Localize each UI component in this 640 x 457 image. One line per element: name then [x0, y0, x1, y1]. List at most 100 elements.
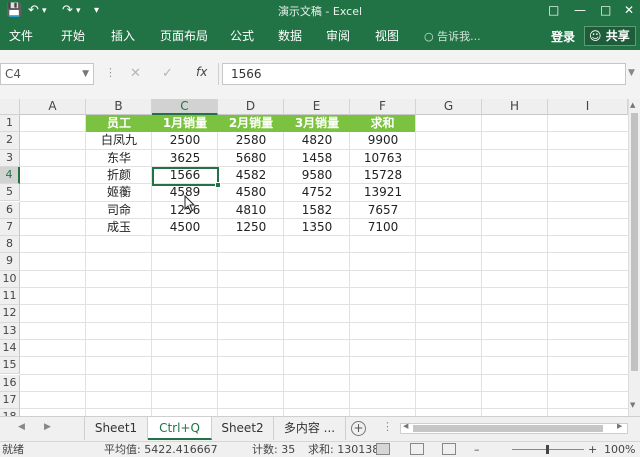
tab-formulas[interactable]: 公式: [230, 28, 254, 44]
table-cell[interactable]: 4820: [284, 132, 350, 149]
table-cell[interactable]: 3625: [152, 150, 218, 167]
prev-sheet-icon[interactable]: ◀: [18, 422, 25, 432]
table-cell[interactable]: 1582: [284, 202, 350, 219]
column-header-g[interactable]: G: [416, 99, 482, 115]
row-header[interactable]: 6: [0, 201, 20, 219]
table-cell[interactable]: 10763: [350, 150, 416, 167]
horizontal-scrollbar[interactable]: ◀ ▶: [400, 422, 628, 434]
row-header[interactable]: 10: [0, 270, 20, 288]
table-header-cell[interactable]: 1月销量: [152, 115, 218, 132]
column-header-f[interactable]: F: [350, 99, 416, 115]
row-header[interactable]: 16: [0, 374, 20, 392]
row-header[interactable]: 11: [0, 288, 20, 306]
expand-formula-icon[interactable]: ▼: [628, 68, 635, 78]
tab-review[interactable]: 审阅: [326, 28, 350, 44]
table-cell[interactable]: 姬蘅: [86, 184, 152, 201]
select-all-corner[interactable]: [0, 99, 20, 115]
sheet-tab-ctrlq[interactable]: Ctrl+Q: [148, 417, 212, 440]
table-cell[interactable]: 2580: [218, 132, 284, 149]
more-icon[interactable]: ⋮: [105, 66, 116, 79]
sheet-tab-sheet1[interactable]: Sheet1: [84, 417, 148, 440]
minimize-icon[interactable]: —: [574, 0, 586, 22]
table-cell[interactable]: 白凤九: [86, 132, 152, 149]
column-header-b[interactable]: B: [86, 99, 152, 115]
zoom-out-icon[interactable]: –: [474, 443, 480, 457]
scroll-left-icon[interactable]: ◀: [403, 422, 408, 430]
table-cell[interactable]: 9900: [350, 132, 416, 149]
table-cell[interactable]: 13921: [350, 184, 416, 201]
zoom-in-icon[interactable]: +: [588, 443, 597, 457]
next-sheet-icon[interactable]: ▶: [44, 422, 51, 432]
tab-file[interactable]: 文件: [9, 28, 33, 44]
column-header-i[interactable]: I: [548, 99, 628, 115]
table-cell[interactable]: 9580: [284, 167, 350, 184]
normal-view-icon[interactable]: [376, 443, 390, 455]
table-cell[interactable]: 东华: [86, 150, 152, 167]
row-header[interactable]: 9: [0, 253, 20, 271]
scrollbar-thumb[interactable]: [631, 113, 638, 371]
sheet-tab-more[interactable]: 多内容 ...: [274, 417, 346, 440]
sheet-tab-sheet2[interactable]: Sheet2: [212, 417, 274, 440]
column-header-a[interactable]: A: [20, 99, 86, 115]
zoom-level[interactable]: 100%: [604, 443, 635, 457]
insert-function-button[interactable]: fx: [196, 65, 207, 79]
table-cell[interactable]: 4752: [284, 184, 350, 201]
share-button[interactable]: ☺ 共享: [584, 26, 636, 46]
column-header-c[interactable]: C: [152, 99, 218, 115]
table-header-cell[interactable]: 2月销量: [218, 115, 284, 132]
login-button[interactable]: 登录: [551, 28, 575, 45]
column-header-h[interactable]: H: [482, 99, 548, 115]
tab-view[interactable]: 视图: [375, 28, 399, 44]
row-header[interactable]: 14: [0, 339, 20, 358]
column-header-e[interactable]: E: [284, 99, 350, 115]
table-cell[interactable]: 5680: [218, 150, 284, 167]
table-header-cell[interactable]: 求和: [350, 115, 415, 132]
name-box[interactable]: C4 ▼: [0, 63, 94, 85]
row-header[interactable]: 15: [0, 357, 20, 375]
scroll-right-icon[interactable]: ▶: [617, 422, 622, 430]
table-cell[interactable]: 4580: [218, 184, 284, 201]
page-break-view-icon[interactable]: [442, 443, 456, 455]
tab-data[interactable]: 数据: [278, 28, 302, 44]
table-cell[interactable]: 7657: [350, 202, 416, 219]
row-header[interactable]: 8: [0, 236, 20, 254]
enter-icon[interactable]: ✓: [162, 66, 173, 81]
table-cell[interactable]: 15728: [350, 167, 416, 184]
fill-handle[interactable]: [215, 182, 221, 188]
table-cell[interactable]: 1458: [284, 150, 350, 167]
worksheet-grid[interactable]: A B C D E F G H I 1 2 3 4 5 6 7 8 9 10 1…: [0, 99, 628, 416]
more-options-icon[interactable]: ⋮: [382, 420, 393, 433]
tell-me-search[interactable]: ○ 告诉我...: [424, 28, 481, 44]
row-header[interactable]: 1: [0, 115, 20, 133]
row-header[interactable]: 4: [0, 166, 20, 185]
table-cell[interactable]: 2500: [152, 132, 218, 149]
close-icon[interactable]: ✕: [624, 0, 634, 22]
row-header[interactable]: 3: [0, 149, 20, 167]
row-header[interactable]: 2: [0, 132, 20, 150]
table-cell[interactable]: 4810: [218, 202, 284, 219]
vertical-scrollbar[interactable]: ▲ ▼: [628, 99, 640, 416]
add-sheet-button[interactable]: +: [351, 421, 366, 436]
h-scrollbar-thumb[interactable]: [413, 425, 603, 432]
row-header[interactable]: 18: [0, 409, 20, 416]
chevron-down-icon[interactable]: ▼: [82, 64, 89, 84]
row-header[interactable]: 12: [0, 305, 20, 323]
table-cell[interactable]: 7100: [350, 219, 416, 236]
row-header[interactable]: 7: [0, 218, 20, 237]
table-header-cell[interactable]: 员工: [86, 115, 152, 132]
scroll-down-icon[interactable]: ▼: [630, 401, 635, 409]
maximize-icon[interactable]: □: [600, 0, 611, 22]
table-cell[interactable]: 折颜: [86, 167, 152, 184]
table-cell[interactable]: 4500: [152, 219, 218, 236]
row-header[interactable]: 13: [0, 322, 20, 340]
table-header-cell[interactable]: 3月销量: [284, 115, 350, 132]
table-cell[interactable]: 司命: [86, 202, 152, 219]
cancel-icon[interactable]: ✕: [130, 66, 141, 81]
formula-input[interactable]: 1566: [222, 63, 626, 85]
row-header[interactable]: 17: [0, 391, 20, 410]
table-cell[interactable]: 4582: [218, 167, 284, 184]
tab-home[interactable]: 开始: [61, 28, 85, 44]
column-header-d[interactable]: D: [218, 99, 284, 115]
table-cell[interactable]: 成玉: [86, 219, 152, 236]
zoom-slider[interactable]: [512, 445, 584, 454]
